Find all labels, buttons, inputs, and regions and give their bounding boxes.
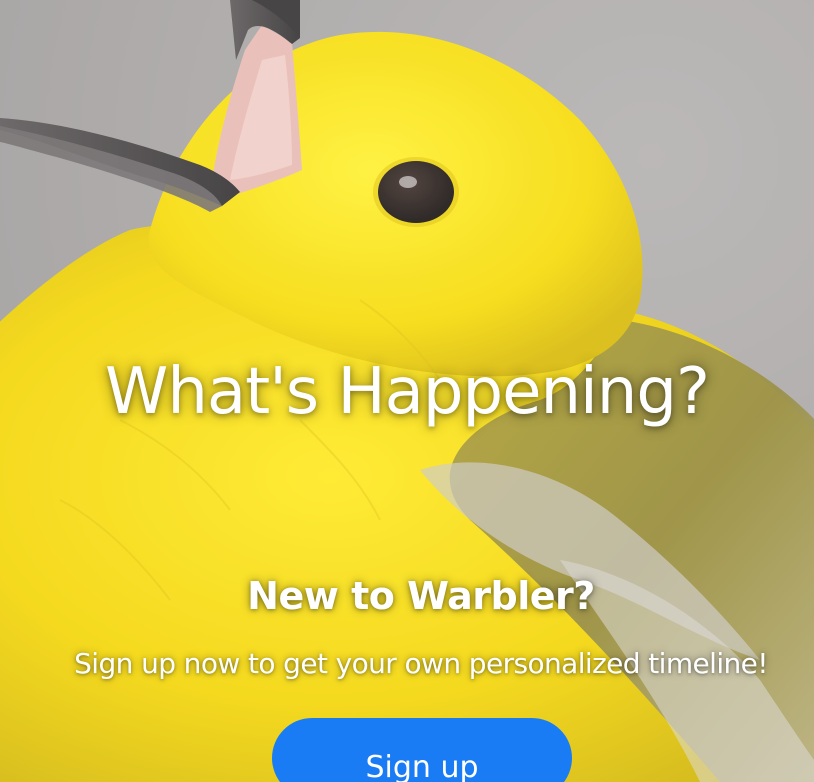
page-headline: What's Happening? xyxy=(105,355,710,429)
new-user-heading: New to Warbler? xyxy=(247,574,595,618)
signup-button[interactable]: Sign up xyxy=(272,718,572,782)
hero-section: What's Happening? New to Warbler? Sign u… xyxy=(0,0,814,782)
signup-tagline: Sign up now to get your own personalized… xyxy=(74,647,768,680)
